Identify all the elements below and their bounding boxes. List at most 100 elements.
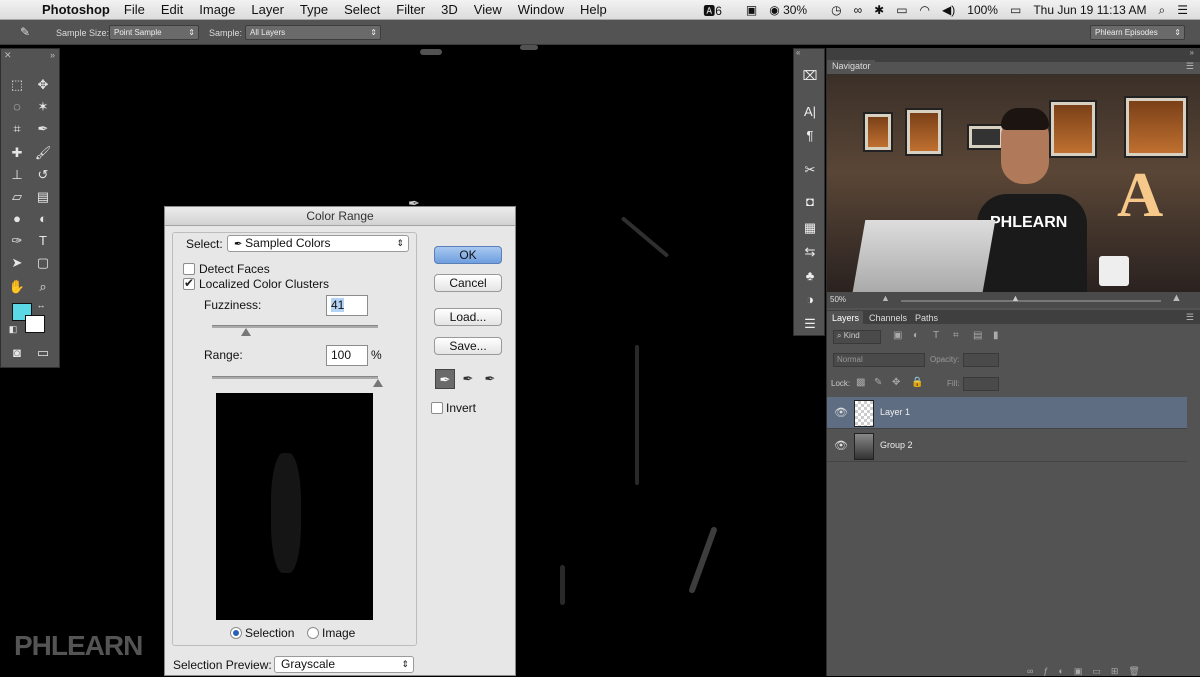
adobe-icon[interactable]: 🅰6 — [703, 2, 734, 19]
save-button[interactable]: Save... — [434, 337, 502, 355]
menu-type[interactable]: Type — [300, 2, 328, 17]
zoom-in-icon[interactable]: ▲ — [1171, 292, 1182, 304]
adjustments-icon[interactable]: ◑ — [800, 291, 820, 309]
menu-help[interactable]: Help — [580, 2, 607, 17]
brush-tool-icon[interactable]: 🖌 — [33, 143, 53, 163]
type-tool-icon[interactable]: T — [33, 231, 53, 251]
range-slider-track[interactable] — [212, 376, 378, 379]
menu-image[interactable]: Image — [199, 2, 235, 17]
lock-pixels-icon[interactable]: ✎ — [874, 377, 882, 388]
menu-file[interactable]: File — [124, 2, 145, 17]
swatches-icon[interactable]: ▦ — [800, 219, 820, 237]
menu-select[interactable]: Select — [344, 2, 380, 17]
video-icon[interactable]: ▣ — [746, 3, 757, 17]
quick-mask-icon[interactable]: ◙ — [7, 343, 27, 363]
gradient-tool-icon[interactable]: ▤ — [33, 187, 53, 207]
blend-mode-select[interactable]: Normal — [833, 353, 925, 367]
workspace-select[interactable]: Phlearn Episodes — [1090, 25, 1185, 40]
selection-radio[interactable] — [230, 627, 242, 639]
actions-icon[interactable]: ⇆ — [800, 243, 820, 261]
menu-edit[interactable]: Edit — [161, 2, 183, 17]
filter-shape-icon[interactable]: ⌗ — [953, 330, 959, 341]
default-colors-icon[interactable]: ◧ — [3, 319, 23, 339]
ok-button[interactable]: OK — [434, 246, 502, 264]
eyedropper-icon[interactable]: ✒ — [435, 369, 455, 389]
menu-filter[interactable]: Filter — [396, 2, 425, 17]
move-tool-icon[interactable]: ✥ — [33, 75, 53, 95]
tab-layers[interactable]: Layers — [827, 311, 863, 326]
filter-toggle-icon[interactable]: ▮ — [993, 330, 999, 341]
detect-faces-checkbox[interactable] — [183, 263, 195, 275]
paragraph-icon[interactable]: ¶ — [800, 127, 820, 145]
spotlight-icon[interactable]: ⌕ — [1159, 3, 1166, 18]
cancel-button[interactable]: Cancel — [434, 274, 502, 292]
add-eyedropper-icon[interactable]: ✒ — [458, 369, 478, 389]
clock-icon[interactable]: ◷ — [831, 3, 841, 17]
volume-icon[interactable]: ◀) — [942, 3, 955, 17]
battery-percent[interactable]: 100% — [967, 3, 998, 17]
menu-window[interactable]: Window — [518, 2, 564, 17]
notification-center-icon[interactable]: ☰ — [1177, 3, 1188, 17]
swap-colors-icon[interactable]: ↔ — [31, 295, 51, 315]
panel-menu-icon[interactable]: ☰ — [1186, 312, 1194, 323]
fill-input[interactable] — [963, 377, 999, 391]
pen-tool-icon[interactable]: ✑ — [7, 231, 27, 251]
magic-wand-icon[interactable]: ✶ — [33, 97, 53, 117]
blur-tool-icon[interactable]: ● — [7, 209, 27, 229]
close-icon[interactable]: ✕ — [4, 50, 12, 61]
lock-position-icon[interactable]: ✥ — [892, 377, 900, 388]
opacity-input[interactable] — [963, 353, 999, 367]
range-input[interactable]: 100 — [326, 345, 368, 366]
selection-preview-dropdown[interactable]: Grayscale ⇕ — [274, 656, 414, 673]
wifi-icon[interactable]: ◠ — [920, 3, 930, 17]
layer-row[interactable]: 👁 Group 2 — [827, 430, 1187, 462]
menu-3d[interactable]: 3D — [441, 2, 458, 17]
healing-brush-icon[interactable]: ✚ — [7, 143, 27, 163]
eraser-tool-icon[interactable]: ▱ — [7, 187, 27, 207]
layer-name[interactable]: Layer 1 — [880, 407, 910, 417]
crop-tool-icon[interactable]: ⌗ — [7, 119, 27, 139]
hand-tool-icon[interactable]: ✋ — [7, 277, 27, 297]
eyedropper-tool-icon[interactable]: ✎ — [20, 25, 30, 39]
filter-type-icon[interactable]: T — [933, 330, 939, 341]
tab-channels[interactable]: Channels — [869, 313, 907, 323]
range-slider-knob[interactable] — [373, 379, 383, 387]
layer-name[interactable]: Group 2 — [880, 440, 913, 450]
expand-icon[interactable]: « — [796, 48, 800, 57]
filter-pixel-icon[interactable]: ▣ — [893, 330, 902, 341]
zoom-level[interactable]: 50% — [830, 295, 846, 304]
sample-size-select[interactable]: Point Sample — [109, 25, 199, 40]
tab-navigator[interactable]: Navigator — [827, 60, 875, 74]
creative-cloud-icon[interactable]: ∞ — [854, 3, 863, 17]
eye-icon[interactable]: 👁 — [834, 439, 848, 452]
filter-smart-icon[interactable]: ▤ — [973, 330, 982, 341]
tools-icon[interactable]: ✂ — [800, 161, 820, 179]
info-icon[interactable]: ◘ — [800, 193, 820, 211]
character-icon[interactable]: A| — [800, 103, 820, 121]
collapse-icon[interactable]: » — [1190, 48, 1194, 57]
zoom-tool-icon[interactable]: ⌕ — [33, 277, 53, 297]
brush-presets-icon[interactable]: ♣ — [800, 267, 820, 285]
layers-footer-icons[interactable]: ∞ƒ◐▣▭⊞🗑 — [1027, 666, 1150, 677]
fuzziness-input[interactable]: 41 — [326, 295, 368, 316]
clock-text[interactable]: Thu Jun 19 11:13 AM — [1033, 3, 1146, 17]
filter-kind-select[interactable]: ⌕ Kind — [833, 330, 881, 344]
eye-icon[interactable]: 👁 — [834, 406, 848, 419]
localized-clusters-checkbox[interactable] — [183, 276, 195, 290]
clone-stamp-icon[interactable]: ⊥ — [7, 165, 27, 185]
path-selection-icon[interactable]: ➤ — [7, 253, 27, 273]
lock-all-icon[interactable]: 🔒 — [911, 377, 923, 388]
airplay-icon[interactable]: ▭ — [896, 3, 907, 17]
marquee-tool-icon[interactable]: ⬚ — [7, 75, 27, 95]
fuzziness-slider-track[interactable] — [212, 325, 378, 328]
app-menu[interactable]: Photoshop — [42, 2, 110, 17]
lock-transparent-icon[interactable]: ▩ — [856, 377, 865, 388]
subtract-eyedropper-icon[interactable]: ✒ — [480, 369, 500, 389]
cpu-icon[interactable]: ◉ 30% — [769, 3, 819, 17]
apple-icon[interactable] — [14, 2, 30, 18]
collapse-icon[interactable]: » — [50, 50, 55, 60]
bluetooth-icon[interactable]: ✱ — [874, 3, 884, 17]
zoom-slider-knob[interactable]: ▲ — [1011, 293, 1020, 303]
properties-icon[interactable]: ☰ — [800, 315, 820, 333]
history-brush-icon[interactable]: ↺ — [33, 165, 53, 185]
